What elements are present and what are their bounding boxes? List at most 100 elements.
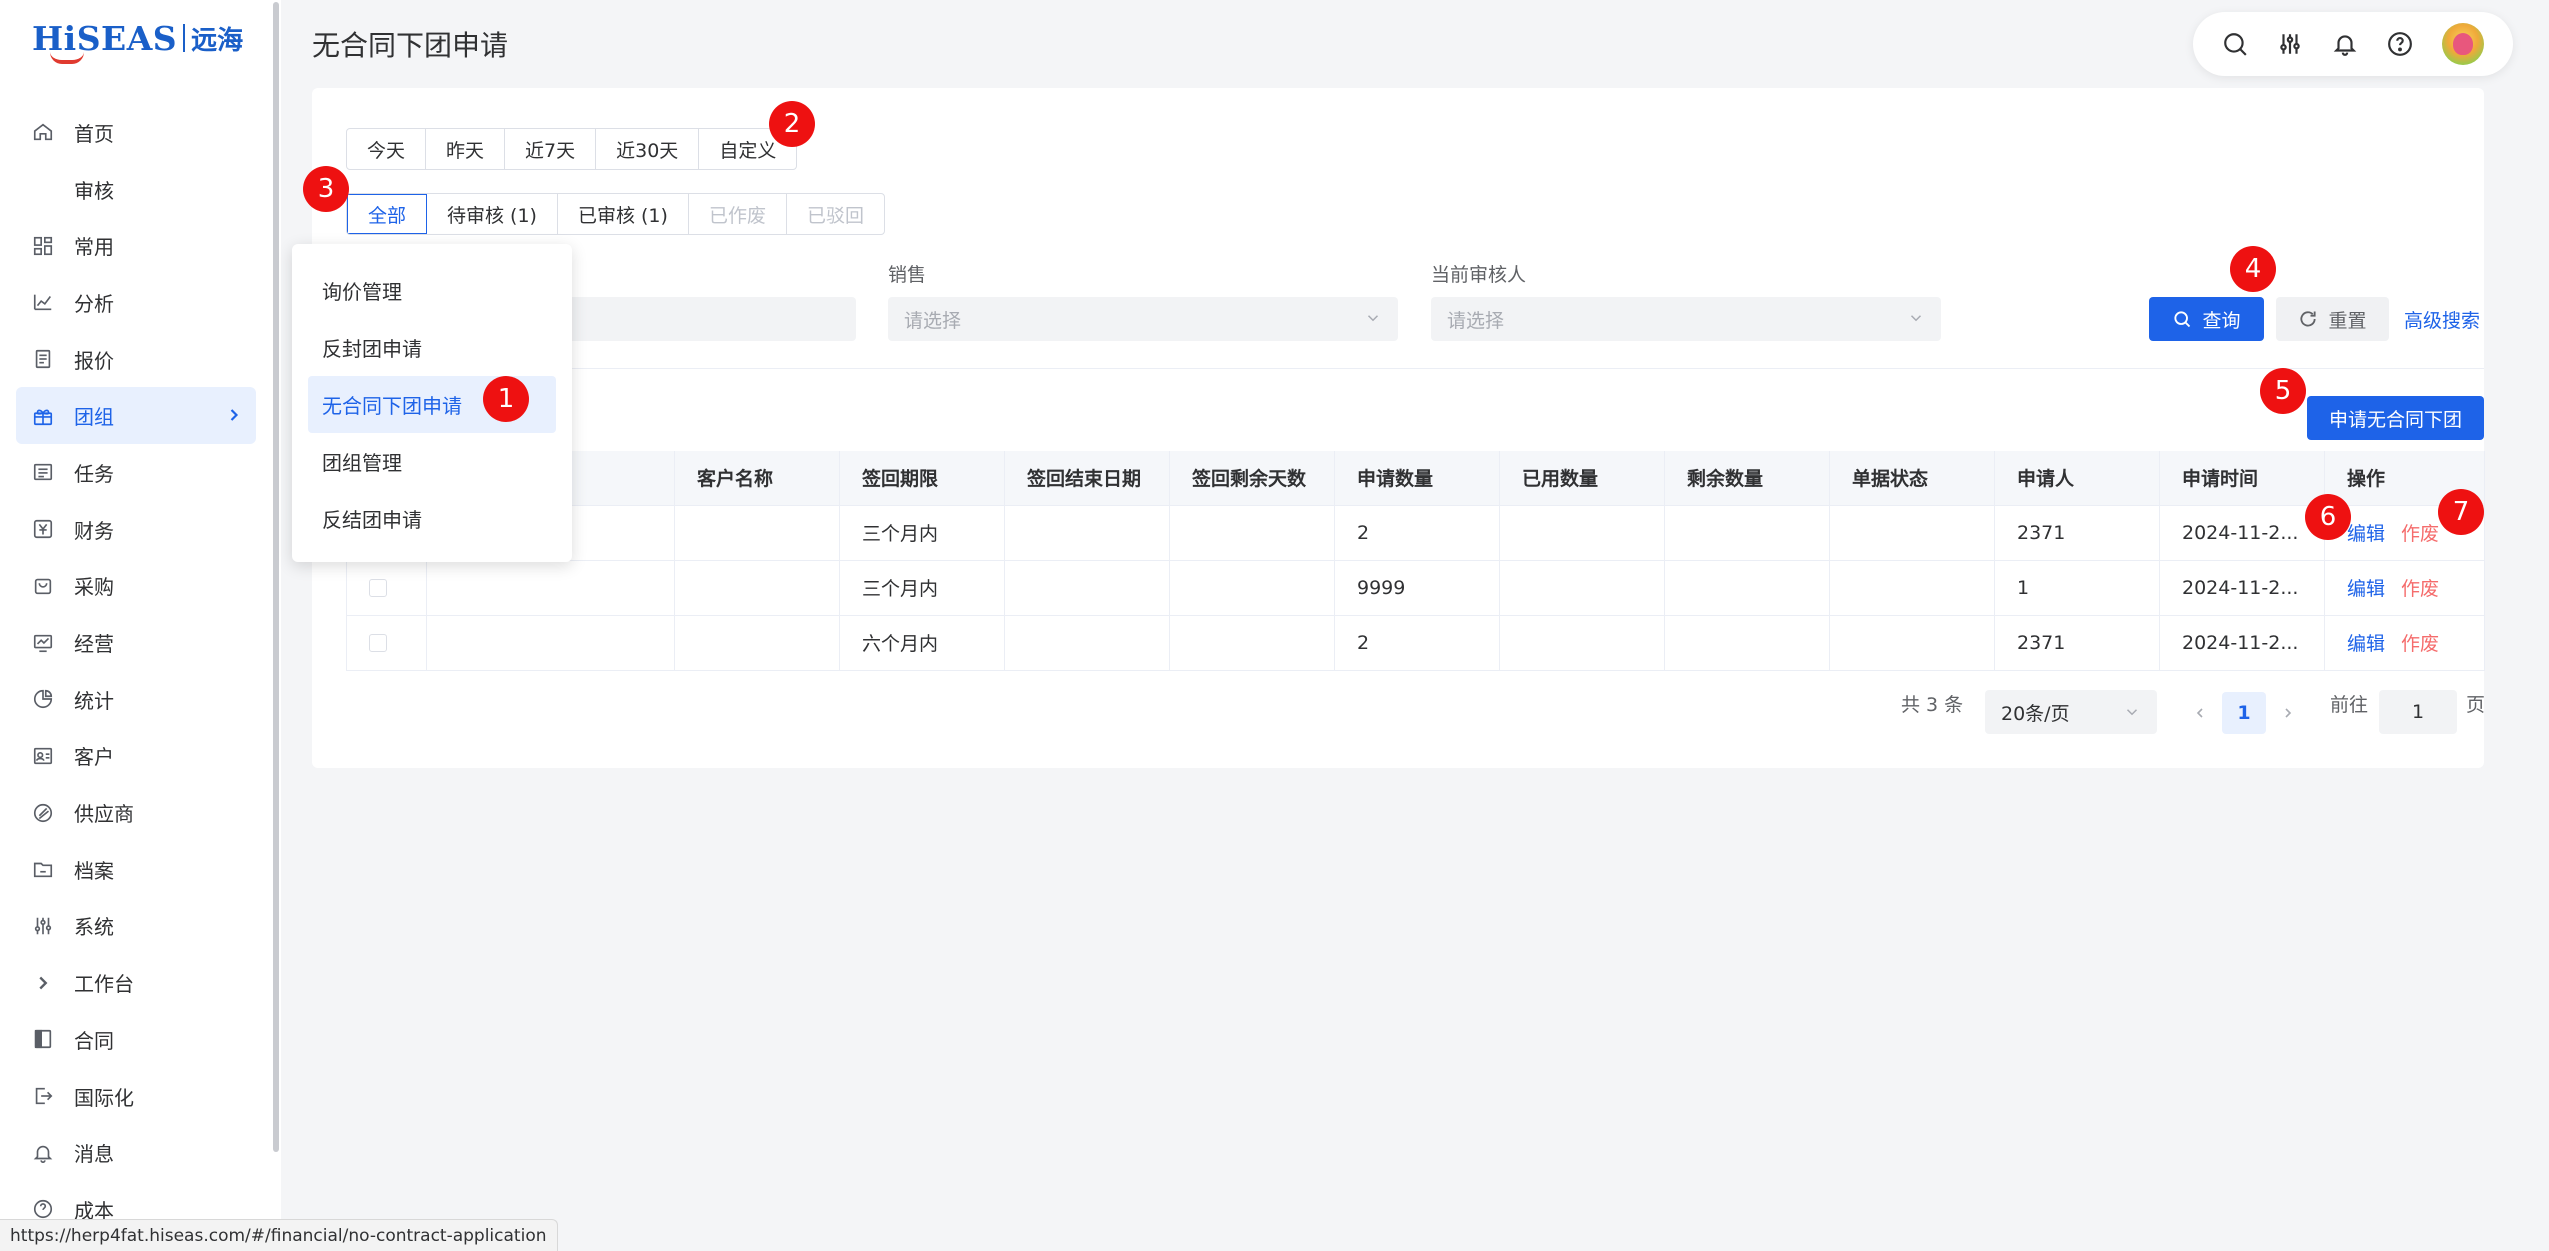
table-cell: 六个月内 — [839, 615, 1005, 671]
table-cell — [1829, 505, 1995, 561]
status-tab[interactable]: 已审核 (1) — [558, 194, 689, 234]
sidebar-item[interactable]: 分析 — [16, 274, 256, 331]
search-icon — [2174, 311, 2191, 328]
sidebar-item-label: 消息 — [74, 1142, 114, 1167]
edit-link[interactable]: 编辑 — [2347, 523, 2385, 545]
table-cell — [674, 505, 840, 561]
bell-icon[interactable] — [2332, 31, 2358, 57]
sidebar-item[interactable]: 工作台 — [16, 954, 256, 1011]
submenu-item[interactable]: 反结团申请 — [308, 490, 556, 547]
advanced-search-link[interactable]: 高级搜索 — [2404, 306, 2480, 333]
sidebar-item[interactable]: 统计 — [16, 671, 256, 728]
sidebar-item[interactable]: 供应商 — [16, 784, 256, 841]
reviewer-select[interactable]: 请选择 — [1431, 297, 1941, 341]
sidebar-item[interactable]: 报价 — [16, 331, 256, 388]
page-size-select[interactable]: 20条/页 — [1985, 690, 2157, 734]
query-button[interactable]: 查询 — [2149, 297, 2264, 341]
goto-page-input[interactable]: 1 — [2379, 690, 2457, 734]
list-icon — [32, 461, 54, 483]
hidden-filter-input[interactable] — [556, 297, 856, 341]
void-link[interactable]: 作废 — [2401, 578, 2439, 600]
table-cell — [1169, 505, 1335, 561]
sidebar-item[interactable]: 经营 — [16, 614, 256, 671]
table-cell: 9999 — [1334, 560, 1500, 616]
void-link[interactable]: 作废 — [2401, 523, 2439, 545]
sidebar-item[interactable]: 采购 — [16, 558, 256, 615]
marker-4: 4 — [2230, 246, 2276, 292]
sidebar-item[interactable]: 国际化 — [16, 1068, 256, 1125]
apply-no-contract-button[interactable]: 申请无合同下团 — [2307, 396, 2484, 440]
prev-page-button[interactable] — [2178, 692, 2222, 734]
sidebar-item[interactable]: 财务 — [16, 501, 256, 558]
avatar[interactable] — [2442, 23, 2485, 65]
submenu-item[interactable]: 团组管理 — [308, 433, 556, 490]
submenu-item[interactable]: 询价管理 — [308, 262, 556, 319]
sidebar-item[interactable]: 客户 — [16, 728, 256, 785]
sidebar-item[interactable]: 任务 — [16, 444, 256, 501]
table-cell: 2371 — [1994, 615, 2160, 671]
table-cell: 2371 — [1994, 505, 2160, 561]
page-number-1[interactable]: 1 — [2222, 692, 2266, 734]
column-header: 已用数量 — [1499, 451, 1665, 506]
query-button-label: 查询 — [2202, 309, 2241, 332]
table-cell: 三个月内 — [839, 560, 1005, 616]
status-tab[interactable]: 待审核 (1) — [427, 194, 558, 234]
marker-3: 3 — [303, 166, 349, 212]
sidebar-item-label: 工作台 — [74, 972, 134, 997]
sidebar-item[interactable]: 档案 — [16, 841, 256, 898]
table-cell — [1499, 505, 1665, 561]
reset-button[interactable]: 重置 — [2276, 297, 2389, 341]
search-icon[interactable] — [2222, 31, 2248, 57]
table-body: 三个月内 2 2371 2024-11-2... 编辑 作废 三个月内 9999 1 2024-1… — [346, 505, 2485, 671]
sidebar-item[interactable]: 合同 — [16, 1011, 256, 1068]
date-tab[interactable]: 近30天 — [596, 129, 700, 169]
logo[interactable]: HiSEAS 远海 — [32, 14, 243, 64]
document-icon — [32, 348, 54, 370]
table-cell — [674, 560, 840, 616]
edit-link[interactable]: 编辑 — [2347, 633, 2385, 655]
chevron-down-icon — [2126, 709, 2138, 716]
column-header: 申请人 — [1994, 451, 2160, 506]
row-checkbox[interactable] — [369, 634, 387, 652]
status-tab[interactable]: 全部 — [347, 194, 428, 234]
row-checkbox[interactable] — [369, 579, 387, 597]
sidebar-item[interactable]: 常用 — [16, 217, 256, 274]
submenu-item[interactable]: 反封团申请 — [308, 319, 556, 376]
sidebar-item-label: 财务 — [74, 518, 114, 543]
sidebar-item-label: 供应商 — [74, 802, 134, 827]
reset-button-label: 重置 — [2328, 309, 2367, 332]
settings-sliders-icon[interactable] — [2277, 31, 2303, 57]
sidebar-item-label: 任务 — [74, 461, 114, 486]
sidebar-item[interactable]: 消息 — [16, 1124, 256, 1181]
header-toolbar — [2193, 12, 2513, 76]
date-tab[interactable]: 昨天 — [426, 129, 506, 169]
sidebar-item[interactable]: 系统 — [16, 898, 256, 955]
help-icon[interactable] — [2387, 31, 2413, 57]
edit-link[interactable]: 编辑 — [2347, 578, 2385, 600]
void-link[interactable]: 作废 — [2401, 633, 2439, 655]
sidebar-item-label: 首页 — [74, 121, 114, 146]
page-unit-label: 页 — [2466, 694, 2486, 716]
sidebar: HiSEAS 远海 首页审核常用分析 报价 团组任务财务采购 经营 统计 客户供应商档案系… — [0, 0, 281, 1251]
table-cell — [1664, 615, 1830, 671]
sidebar-item[interactable]: 审核 — [16, 161, 256, 218]
scrollbar-thumb[interactable] — [273, 2, 279, 1152]
sidebar-item[interactable]: 首页 — [16, 104, 256, 161]
sidebar-item-label: 常用 — [74, 235, 114, 260]
column-header: 客户名称 — [674, 451, 840, 506]
sidebar-item-label: 国际化 — [74, 1085, 134, 1110]
table-cell — [346, 560, 427, 616]
sales-select[interactable]: 请选择 — [888, 297, 1398, 341]
next-page-button[interactable] — [2266, 692, 2310, 734]
sidebar-item[interactable]: 团组 — [16, 387, 256, 445]
sliders-icon — [32, 915, 54, 937]
sidebar-scrollbar[interactable] — [271, 0, 281, 1251]
date-tab[interactable]: 今天 — [347, 129, 427, 169]
avatar-face — [2453, 33, 2474, 55]
chevron-down-icon — [1367, 315, 1379, 322]
goto-label: 前往 — [2330, 694, 2369, 716]
date-tab[interactable]: 近7天 — [505, 129, 597, 169]
table-row: 三个月内 9999 1 2024-11-2... 编辑 作废 — [346, 560, 2485, 616]
sidebar-nav: 首页审核常用分析 报价 团组任务财务采购 经营 统计 客户供应商档案 系统工作台合同国际化消… — [16, 104, 256, 1238]
table-cell — [1169, 560, 1335, 616]
